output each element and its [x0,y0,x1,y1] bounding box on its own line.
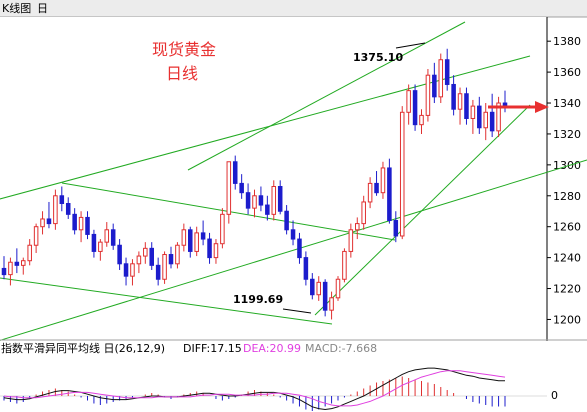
candle [387,158,392,224]
y-tick-label: 1320 [553,128,581,141]
candle [399,106,405,240]
y-tick-label: 1280 [553,190,581,203]
chart-heading-line2: 日线 [166,64,198,83]
y-tick-label: 1340 [553,97,581,110]
price-plot-area [0,17,547,339]
price-axis: 1200 1220 1240 1260 1280 1300 1320 1340 1360 1380 [547,35,581,326]
y-tick-label: 1260 [553,221,581,234]
candle [162,251,167,284]
candle [425,69,431,122]
candle [342,248,347,283]
y-tick-label: 1360 [553,66,581,79]
y-tick-label: 1220 [553,283,581,296]
window-title: K线图 [2,1,31,15]
macd-diff-value: DIFF:17.15 [183,342,242,355]
title-bar [0,0,587,17]
candle [53,189,58,230]
low-price-label: 1199.69 [233,293,283,306]
macd-value: MACD:-7.668 [305,342,377,355]
macd-dea-value: DEA:20.99 [243,342,301,355]
y-tick-label: 1380 [553,35,581,48]
high-price-label: 1375.10 [353,51,403,64]
y-tick-label: 1200 [553,313,581,326]
candle [496,96,501,138]
chart-heading-line1: 现货黄金 [152,40,216,59]
macd-zero-label: 0 [551,389,558,402]
candle [335,276,341,301]
candle [438,53,444,104]
period-indicator[interactable]: 日 [37,2,48,15]
y-tick-label: 1300 [553,159,581,172]
macd-indicator-name[interactable]: 指数平滑异同平均线 日(26,12,9) [1,341,165,355]
candle [226,161,232,224]
kline-chart-window: K线图 日 1200 1220 1240 1260 1280 1300 1320 1340 13… [0,0,587,412]
candle [271,180,277,221]
candle [220,208,225,249]
y-tick-label: 1240 [553,252,581,265]
candle [412,84,418,131]
